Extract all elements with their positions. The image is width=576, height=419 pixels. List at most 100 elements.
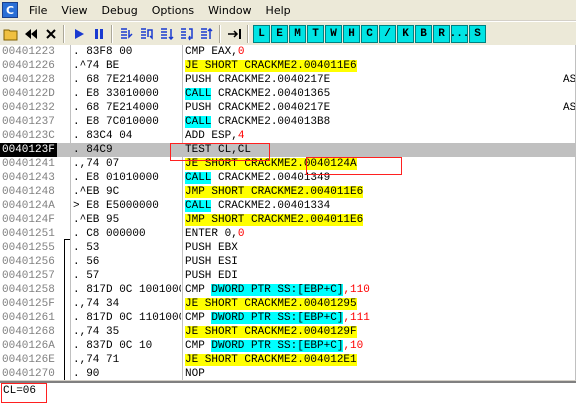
hex-dump-cell: . 817D 0C 1101000 <box>73 312 181 324</box>
toolbar: L E M T W H C / K B R ... S <box>0 21 576 47</box>
instruction-token: PUSH ESI <box>185 256 238 268</box>
menu-window[interactable]: Window <box>201 4 258 17</box>
table-row[interactable]: 00401228 . 68 7E214000 PUSH CRACKME2.00402… <box>0 73 576 87</box>
run-trace-button[interactable]: ... <box>450 25 469 43</box>
address-cell: 00401223 <box>2 46 55 58</box>
trace-into-icon[interactable] <box>158 25 176 43</box>
table-row[interactable]: 00401243. E8 01010000 CALL CRACKME2.00401… <box>0 171 576 185</box>
table-row[interactable]: 00401257 . 57 PUSH EDI <box>0 269 576 283</box>
menu-debug[interactable]: Debug <box>95 4 145 17</box>
toolbar-separator <box>247 25 249 43</box>
table-row[interactable]: 00401256 . 56 PUSH ESI <box>0 255 576 269</box>
instruction-token: PUSH EBX <box>185 242 238 254</box>
column-divider[interactable] <box>70 45 71 380</box>
address-cell: 0040122D <box>2 88 55 100</box>
breakpoints-button[interactable]: B <box>415 25 432 43</box>
highlight-box-info <box>1 383 47 403</box>
goto-icon[interactable] <box>226 25 244 43</box>
table-row[interactable]: 0040124F .^EB 95 JMP SHORT CRACKME2.004011… <box>0 213 576 227</box>
run-icon[interactable] <box>70 25 88 43</box>
hex-dump-cell: . 817D 0C 1001000 <box>73 284 181 296</box>
instruction-token: ,10 <box>343 340 364 352</box>
address-cell: 00401268 <box>2 326 55 338</box>
windows-button[interactable]: W <box>325 25 342 43</box>
table-row[interactable]: 00401241 .,74 07 JE SHORT CRACKME2.0040124… <box>0 157 576 171</box>
hex-dump-cell: . E8 01010000 <box>73 172 159 184</box>
address-cell: 00401258 <box>2 284 55 296</box>
app-icon[interactable]: C <box>2 2 18 18</box>
column-divider[interactable] <box>182 45 183 380</box>
pause-icon[interactable] <box>90 25 108 43</box>
cpu-button[interactable]: C <box>361 25 378 43</box>
step-into-icon[interactable] <box>118 25 136 43</box>
instruction-cell: PUSH EDI <box>185 269 238 283</box>
table-row[interactable]: 00401258 . 817D 0C 1001000 CMP DWORD PTR S… <box>0 283 576 297</box>
table-row[interactable]: 0040123F. 84C9 TEST CL,CL <box>0 143 576 157</box>
instruction-token: CMP EAX, <box>185 46 238 58</box>
table-row[interactable]: 00401223 . 83F8 00 CMP EAX,0 <box>0 45 576 59</box>
patches-button[interactable]: / <box>379 25 396 43</box>
log-window-button[interactable]: L <box>253 25 270 43</box>
instruction-cell: ADD ESP,4 <box>185 129 244 143</box>
address-cell: 00401261 <box>2 312 55 324</box>
instruction-token: DWORD PTR SS:[EBP+C] <box>211 312 344 324</box>
table-row[interactable]: 0040126A . 837D 0C 10 CMP DWORD PTR SS:[EB… <box>0 339 576 353</box>
instruction-token: 0 <box>237 228 245 240</box>
highlight-box-test <box>170 143 270 161</box>
address-cell: 00401226 <box>2 60 55 72</box>
table-row[interactable]: 0040124A > E8 E5000000 CALL CRACKME2.00401… <box>0 199 576 213</box>
toolbar-separator <box>219 25 221 43</box>
hex-dump-cell: . E8 7C010000 <box>73 116 159 128</box>
trace-over-icon[interactable] <box>178 25 196 43</box>
instruction-cell: PUSH CRACKME2.0040217E <box>185 73 330 87</box>
table-row[interactable]: 0040122D . E8 33010000 CALL CRACKME2.00401… <box>0 87 576 101</box>
memory-map-button[interactable]: M <box>289 25 306 43</box>
table-row[interactable]: 00401268 .,74 35 JE SHORT CRACKME2.0040129… <box>0 325 576 339</box>
menu-help[interactable]: Help <box>259 4 298 17</box>
table-row[interactable]: 00401255 . 53 PUSH EBX <box>0 241 576 255</box>
call-stack-button[interactable]: K <box>397 25 414 43</box>
table-row[interactable]: 00401232 . 68 7E214000 PUSH CRACKME2.00402… <box>0 101 576 115</box>
instruction-token: JMP SHORT CRACKME2.004011E6 <box>185 186 364 198</box>
table-row[interactable]: 00401237 . E8 7C010000 CALL CRACKME2.00401… <box>0 115 576 129</box>
table-row[interactable]: 00401251 . C8 000000 ENTER 0,0 <box>0 227 576 241</box>
toolbar-separator <box>63 25 65 43</box>
step-over-icon[interactable] <box>138 25 156 43</box>
instruction-token: PUSH CRACKME2.0040217E <box>185 74 331 86</box>
references-button[interactable]: R <box>433 25 450 43</box>
instruction-token: CRACKME2.00401334 <box>211 200 331 212</box>
executable-modules-button[interactable]: E <box>271 25 288 43</box>
address-cell: 00401228 <box>2 74 55 86</box>
table-row[interactable]: 0040125F .,74 34 JE SHORT CRACKME2.0040129… <box>0 297 576 311</box>
instruction-token: JMP SHORT CRACKME2.004011E6 <box>185 214 364 226</box>
source-button[interactable]: S <box>469 25 486 43</box>
threads-button[interactable]: T <box>307 25 324 43</box>
instruction-cell: CMP DWORD PTR SS:[EBP+C],111 <box>185 311 370 325</box>
hex-dump-cell: .,74 71 <box>73 354 120 366</box>
instruction-cell: CALL CRACKME2.004013B8 <box>185 115 330 129</box>
menu-options[interactable]: Options <box>145 4 201 17</box>
instruction-cell: CALL CRACKME2.00401334 <box>185 199 330 213</box>
hex-dump-cell: .,74 07 <box>73 158 120 170</box>
close-icon[interactable] <box>42 25 60 43</box>
rewind-icon[interactable] <box>22 25 40 43</box>
table-row[interactable]: 00401226 .^74 BE JE SHORT CRACKME2.004011E… <box>0 59 576 73</box>
menu-file[interactable]: File <box>22 4 54 17</box>
table-row[interactable]: 0040126E .,74 71 JE SHORT CRACKME2.004012E… <box>0 353 576 367</box>
toolbar-separator <box>111 25 113 43</box>
execute-till-return-icon[interactable] <box>198 25 216 43</box>
table-row[interactable]: 00401270 . 90 NOP <box>0 367 576 380</box>
open-icon[interactable] <box>2 25 20 43</box>
table-row[interactable]: 00401261 . 817D 0C 1101000 CMP DWORD PTR S… <box>0 311 576 325</box>
handles-button[interactable]: H <box>343 25 360 43</box>
table-row[interactable]: 00401248 .^EB 9C JMP SHORT CRACKME2.004011… <box>0 185 576 199</box>
hex-dump-cell: . 68 7E214000 <box>73 102 159 114</box>
hex-dump-cell: .^74 BE <box>73 60 120 72</box>
disassembly-pane[interactable]: 00401223. 83F8 00 CMP EAX,0 00401226 .^74 B… <box>0 45 576 380</box>
instruction-token: CALL <box>185 88 212 100</box>
menu-view[interactable]: View <box>54 4 94 17</box>
instruction-cell: CALL CRACKME2.00401365 <box>185 87 330 101</box>
table-row[interactable]: 0040123C . 83C4 04 ADD ESP,4 <box>0 129 576 143</box>
hex-dump-cell: .^EB 95 <box>73 214 120 226</box>
address-cell: 0040125F <box>2 298 55 310</box>
